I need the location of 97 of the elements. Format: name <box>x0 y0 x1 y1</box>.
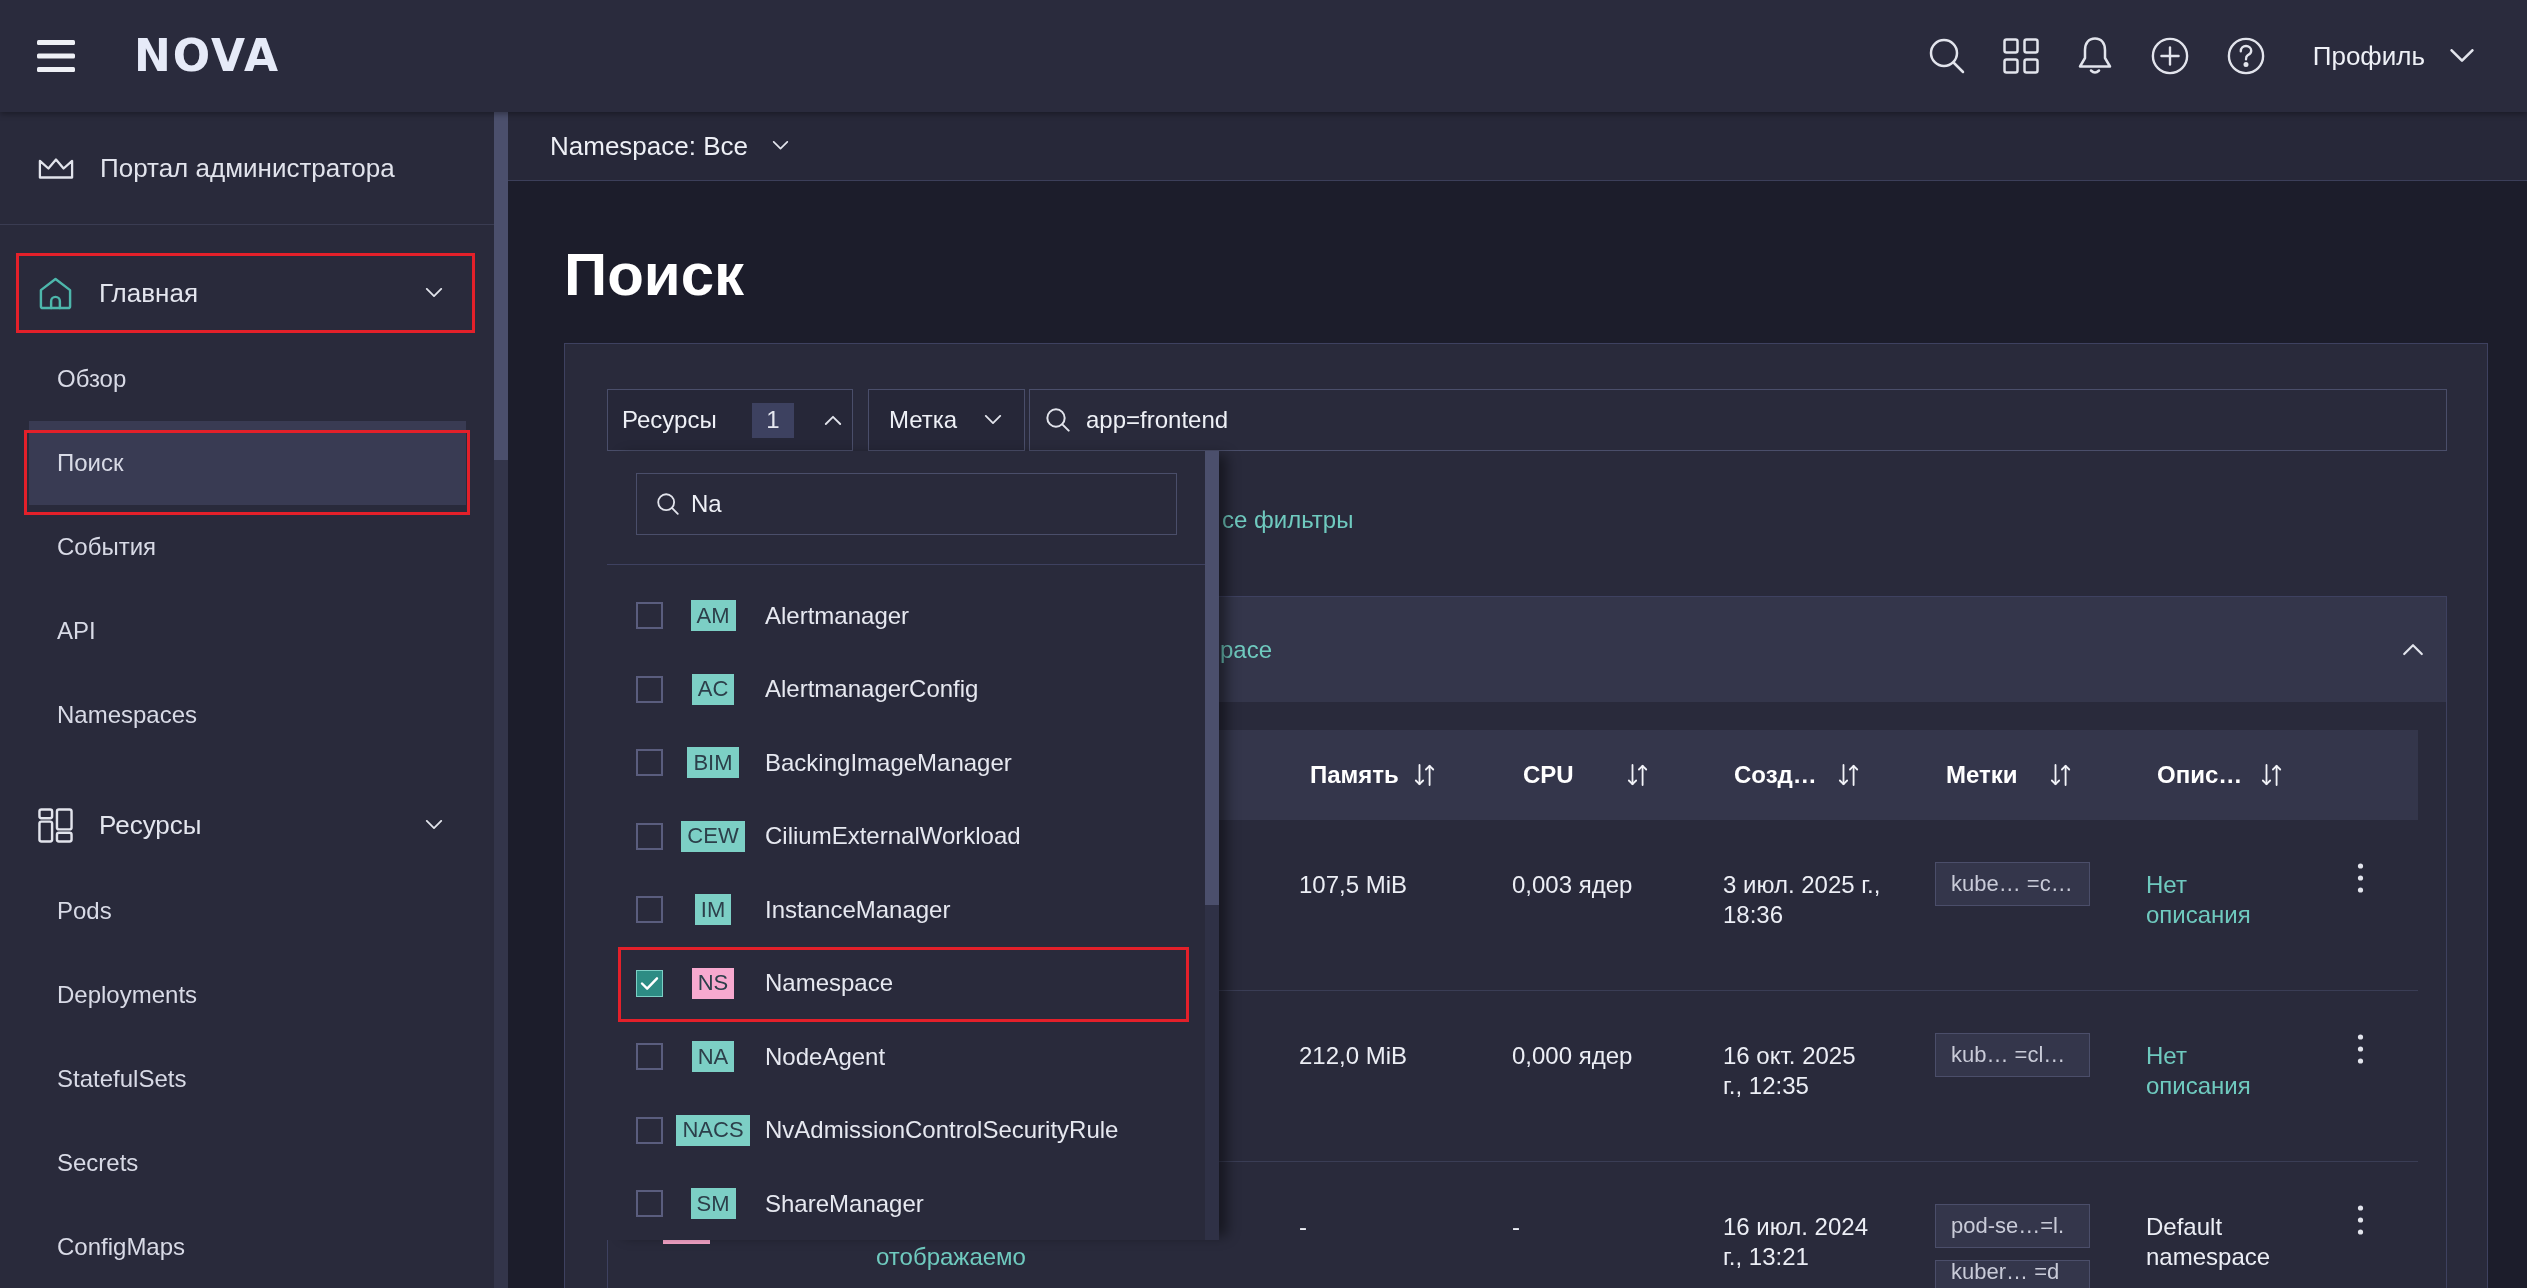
nav-item[interactable]: Deployments <box>29 953 466 1037</box>
nav-section-header[interactable]: Ресурсы <box>16 785 475 865</box>
kind-badge: NACS <box>676 1114 750 1146</box>
more-icon[interactable] <box>2357 863 2364 893</box>
search-icon <box>1046 408 1070 432</box>
column-header[interactable]: CPU <box>1523 761 1649 789</box>
resource-option[interactable]: BIM BackingImageManager <box>607 726 1205 800</box>
layout-icon <box>38 807 73 843</box>
nav-item[interactable]: StatefulSets <box>29 1037 466 1121</box>
kind-badge: AM <box>690 600 736 632</box>
scrollbar-thumb[interactable] <box>494 112 508 460</box>
crown-icon <box>38 156 74 180</box>
kind-badge: NS <box>691 967 735 999</box>
table-cell-text: 107,5 MiB <box>1299 870 1408 900</box>
grid-icon[interactable] <box>2002 38 2039 74</box>
nav-item[interactable]: Обзор <box>29 337 466 421</box>
table-cell-text: 212,0 MiB <box>1299 1041 1408 1071</box>
sort-icon[interactable] <box>1414 763 1436 787</box>
checkbox[interactable] <box>636 822 663 850</box>
resource-option[interactable]: NACS NvAdmissionControlSecurityRule <box>607 1093 1205 1167</box>
label-filter-button[interactable]: Метка <box>868 389 1025 451</box>
resource-option[interactable]: NS Namespace <box>607 946 1205 1020</box>
more-icon[interactable] <box>2357 1205 2364 1235</box>
table-cell-text: 0,000 ядер <box>1512 1041 1633 1071</box>
label-tag: kuber… =d <box>1935 1260 2090 1288</box>
kind-badge: CEW <box>681 820 745 852</box>
table-cell-text: - <box>1299 1212 1307 1242</box>
menu-icon[interactable] <box>37 40 75 72</box>
home-icon <box>38 275 73 311</box>
scrollbar[interactable] <box>494 112 508 1288</box>
resource-option[interactable]: NA NodeAgent <box>607 1020 1205 1094</box>
search-icon <box>657 493 679 515</box>
nav-item[interactable]: События <box>29 505 466 589</box>
checkbox[interactable] <box>636 602 663 630</box>
search-field[interactable]: Na <box>636 473 1177 535</box>
chevron-up-icon[interactable] <box>2402 643 2424 656</box>
profile-menu[interactable]: Профиль <box>2312 40 2475 72</box>
checkbox[interactable] <box>636 749 663 777</box>
table-cell-text: 16 июл. 2024 г., 13:21 <box>1723 1212 1869 1272</box>
table-cell-text: 16 окт. 2025 г., 12:35 <box>1723 1041 1857 1101</box>
count-badge: 1 <box>752 402 794 438</box>
kind-badge: NA <box>691 1041 735 1073</box>
clear-filters-link[interactable]: се фильтры <box>1222 505 1354 535</box>
table-cell-text: Нет описания <box>2146 1041 2252 1101</box>
kind-badge: SM <box>690 1188 736 1220</box>
resource-option[interactable]: IM InstanceManager <box>607 873 1205 947</box>
nav-item[interactable]: Поиск <box>29 421 466 505</box>
search-field[interactable]: app=frontend <box>1029 389 2447 451</box>
table-cell-text: - <box>1512 1212 1520 1242</box>
label-tag: kub… =cl… <box>1935 1033 2090 1077</box>
search-icon[interactable] <box>1928 38 1965 74</box>
resource-option[interactable]: SM ShareManager <box>607 1167 1205 1240</box>
kind-badge: AC <box>691 673 735 705</box>
column-header[interactable]: Опис… <box>2157 761 2283 789</box>
chevron-down-icon <box>2449 48 2475 64</box>
namespace-selector[interactable]: Namespace: Все <box>550 130 789 162</box>
name-link[interactable]: отображаемо <box>876 1242 1026 1272</box>
scrollbar-thumb[interactable] <box>1205 451 1219 905</box>
add-icon[interactable] <box>2150 37 2189 75</box>
check-icon <box>640 975 659 991</box>
bell-icon[interactable] <box>2076 36 2113 76</box>
kind-badge: BIM <box>687 747 739 779</box>
kind-badge: IM <box>694 894 732 926</box>
checkbox[interactable] <box>636 1190 663 1218</box>
nav-item[interactable]: Pods <box>29 869 466 953</box>
checkbox[interactable] <box>636 1043 663 1071</box>
label-tag: kube… =c… <box>1935 862 2090 906</box>
table-cell-text: 3 июл. 2025 г., 18:36 <box>1723 870 1881 930</box>
column-header[interactable]: Созд… <box>1734 761 1860 789</box>
nav-item[interactable]: ConfigMaps <box>29 1205 466 1288</box>
nav-item[interactable]: Secrets <box>29 1121 466 1205</box>
more-icon[interactable] <box>2357 1034 2364 1064</box>
sort-icon[interactable] <box>1627 763 1649 787</box>
sort-icon[interactable] <box>2261 763 2283 787</box>
resources-filter-button[interactable]: Ресурсы 1 <box>607 389 853 451</box>
sort-icon[interactable] <box>2050 763 2072 787</box>
nav-section-header[interactable]: Главная <box>16 253 475 333</box>
section-title[interactable]: pace <box>1220 635 1273 664</box>
page-title: Поиск <box>564 240 745 310</box>
nav-item[interactable]: Namespaces <box>29 673 466 757</box>
sort-icon[interactable] <box>1838 763 1860 787</box>
label-tag: pod-se…=l. <box>1935 1204 2090 1248</box>
checkbox[interactable] <box>636 675 663 703</box>
checkbox[interactable] <box>636 969 663 997</box>
checkbox[interactable] <box>636 896 663 924</box>
table-cell-text: Нет описания <box>2146 870 2252 930</box>
scrollbar[interactable] <box>1205 451 1219 1240</box>
column-header[interactable]: Метки <box>1946 761 2072 789</box>
nav-item[interactable]: API <box>29 589 466 673</box>
table-cell-text: Default namespace <box>2146 1212 2272 1272</box>
checkbox[interactable] <box>636 1116 663 1144</box>
logo[interactable]: NOVA <box>134 34 281 78</box>
column-header[interactable]: Память <box>1310 761 1436 789</box>
help-icon[interactable] <box>2226 37 2265 75</box>
table-cell-text: 0,003 ядер <box>1512 870 1633 900</box>
chevron-down-icon <box>772 141 789 151</box>
resource-option[interactable]: CEW CiliumExternalWorkload <box>607 799 1205 873</box>
